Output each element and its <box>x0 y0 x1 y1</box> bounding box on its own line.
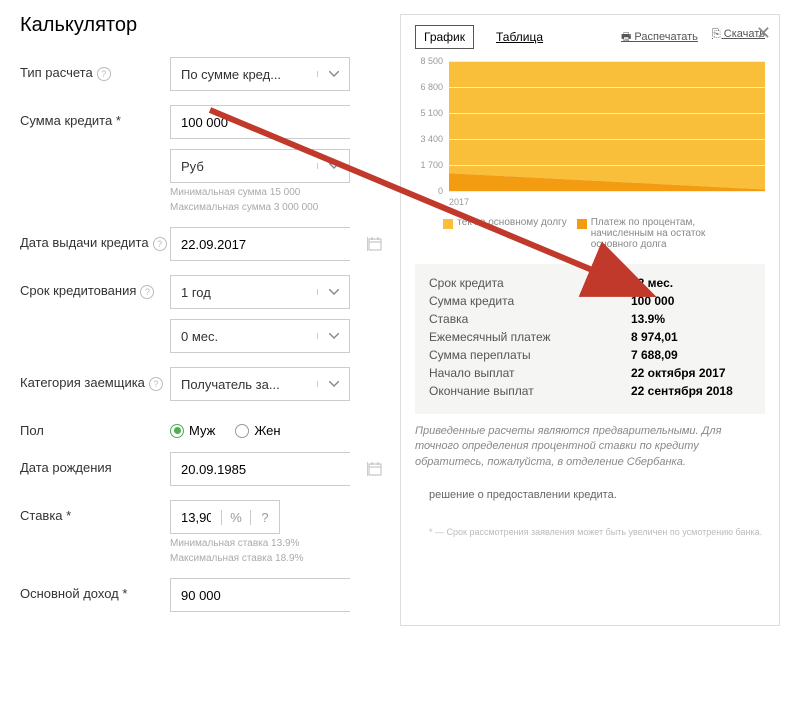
rate-field[interactable] <box>171 501 221 533</box>
x-tick: 2017 <box>449 197 469 207</box>
input-issue-date[interactable] <box>170 227 350 261</box>
summary-box: Срок кредита12 мес. Сумма кредита100 000 С… <box>415 264 765 414</box>
label-income: Основной доход * <box>20 578 170 601</box>
summary-row: Сумма переплаты7 688,09 <box>429 348 751 362</box>
select-term-years[interactable]: 1 год <box>170 275 350 309</box>
select-category[interactable]: Получатель за... <box>170 367 350 401</box>
summary-row: Срок кредита12 мес. <box>429 276 751 290</box>
summary-row: Окончание выплат22 сентября 2018 <box>429 384 751 398</box>
input-income[interactable] <box>170 578 350 612</box>
help-icon[interactable]: ? <box>149 377 163 391</box>
chevron-down-icon <box>317 163 349 169</box>
summary-row: Сумма кредита100 000 <box>429 294 751 308</box>
amount-field[interactable] <box>171 106 367 138</box>
chevron-down-icon <box>317 381 349 387</box>
label-calc-type: Тип расчета? <box>20 57 170 81</box>
chart-legend: тек по основному долгу Платеж по процент… <box>415 217 765 250</box>
label-rate: Ставка * <box>20 500 170 523</box>
hint-rate-max: Максимальная ставка 18.9% <box>170 553 380 564</box>
hint-rate-min: Минимальная ставка 13.9% <box>170 538 380 549</box>
income-field[interactable] <box>171 579 367 611</box>
summary-row: Ставка13.9% <box>429 312 751 326</box>
help-icon[interactable]: ? <box>153 237 167 251</box>
calendar-icon[interactable] <box>367 237 382 251</box>
birth-field[interactable] <box>171 453 367 485</box>
calendar-icon[interactable] <box>367 462 382 476</box>
close-icon[interactable]: ✕ <box>756 23 771 44</box>
label-term: Срок кредитования? <box>20 275 170 299</box>
label-birth: Дата рождения <box>20 452 170 475</box>
tab-table[interactable]: Таблица <box>488 26 551 48</box>
select-term-months[interactable]: 0 мес. <box>170 319 350 353</box>
disclaimer: Приведенные расчеты являются предварител… <box>415 424 765 470</box>
input-birth[interactable] <box>170 452 350 486</box>
help-icon[interactable]: ? <box>97 67 111 81</box>
input-amount[interactable] <box>170 105 350 139</box>
label-issue-date: Дата выдачи кредита? <box>20 227 170 251</box>
percent-unit: % <box>221 510 250 525</box>
help-icon[interactable]: ? <box>140 285 154 299</box>
issue-date-field[interactable] <box>171 228 367 260</box>
chevron-down-icon <box>317 71 349 77</box>
chart: 01 7003 4005 1006 8008 500 2017 <box>415 61 765 211</box>
tab-chart[interactable]: График <box>415 25 474 49</box>
input-rate[interactable]: % ? <box>170 500 280 534</box>
label-amount: Сумма кредита * <box>20 105 170 128</box>
summary-row: Начало выплат22 октября 2017 <box>429 366 751 380</box>
chevron-down-icon <box>317 289 349 295</box>
summary-row: Ежемесячный платеж8 974,01 <box>429 330 751 344</box>
select-currency[interactable]: Руб <box>170 149 350 183</box>
footnote: * — Срок рассмотрения заявления может бы… <box>415 526 765 539</box>
hint-amount-max: Максимальная сумма 3 000 000 <box>170 202 380 213</box>
label-category: Категория заемщика? <box>20 367 170 391</box>
link-print[interactable]: 🖶 Распечатать <box>621 28 698 47</box>
hint-amount-min: Минимальная сумма 15 000 <box>170 187 380 198</box>
label-gender: Пол <box>20 415 170 438</box>
help-icon[interactable]: ? <box>250 510 279 525</box>
radio-male[interactable]: Муж <box>170 423 215 438</box>
radio-female[interactable]: Жен <box>235 423 280 438</box>
below-text: решение о предоставлении кредита. <box>415 488 765 503</box>
chevron-down-icon <box>317 333 349 339</box>
select-calc-type[interactable]: По сумме кред... <box>170 57 350 91</box>
page-title: Калькулятор <box>20 14 380 37</box>
